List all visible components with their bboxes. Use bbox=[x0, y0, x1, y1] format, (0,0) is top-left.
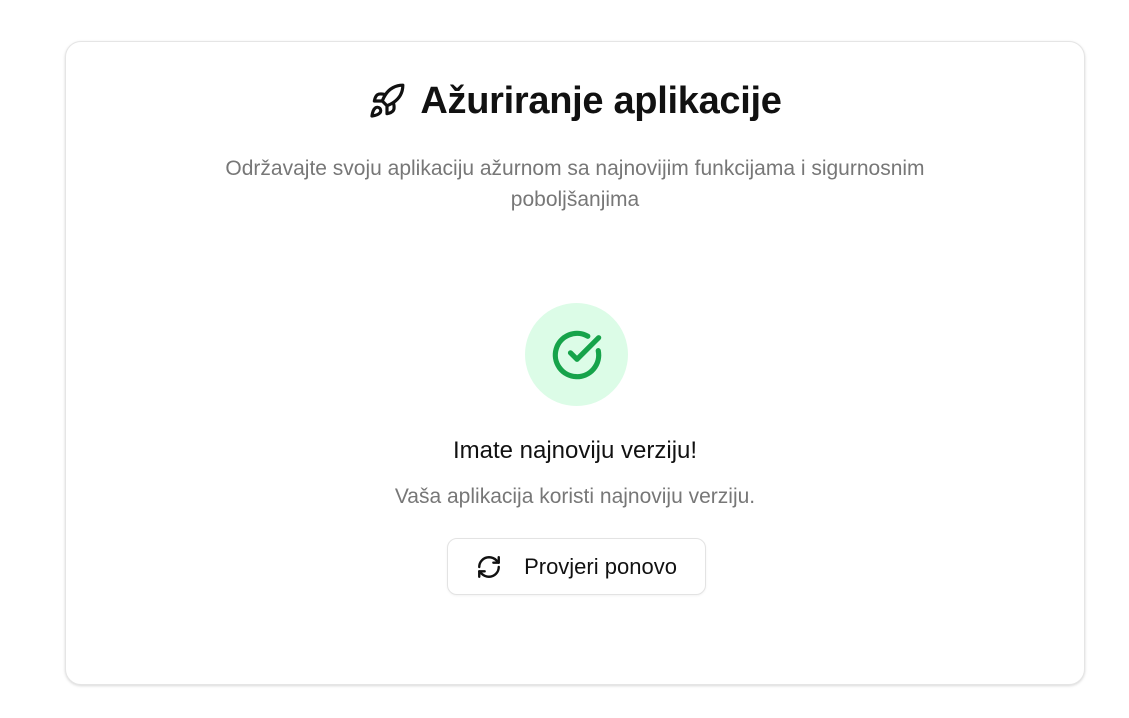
update-card: Ažuriranje aplikacije Održavajte svoju a… bbox=[65, 41, 1085, 685]
check-again-button[interactable]: Provjeri ponovo bbox=[447, 538, 706, 595]
status-description: Vaša aplikacija koristi najnoviju verzij… bbox=[394, 485, 756, 508]
page-title: Ažuriranje aplikacije bbox=[420, 80, 782, 122]
check-again-label: Provjeri ponovo bbox=[524, 553, 677, 579]
status-indicator bbox=[525, 303, 628, 406]
card-header: Ažuriranje aplikacije bbox=[66, 82, 1084, 120]
rocket-icon bbox=[368, 82, 406, 120]
page-subtitle: Održavajte svoju aplikaciju ažurnom sa n… bbox=[225, 157, 925, 211]
check-circle-icon bbox=[551, 329, 603, 381]
refresh-icon bbox=[476, 554, 502, 580]
status-title: Imate najnoviju verziju! bbox=[452, 437, 698, 464]
